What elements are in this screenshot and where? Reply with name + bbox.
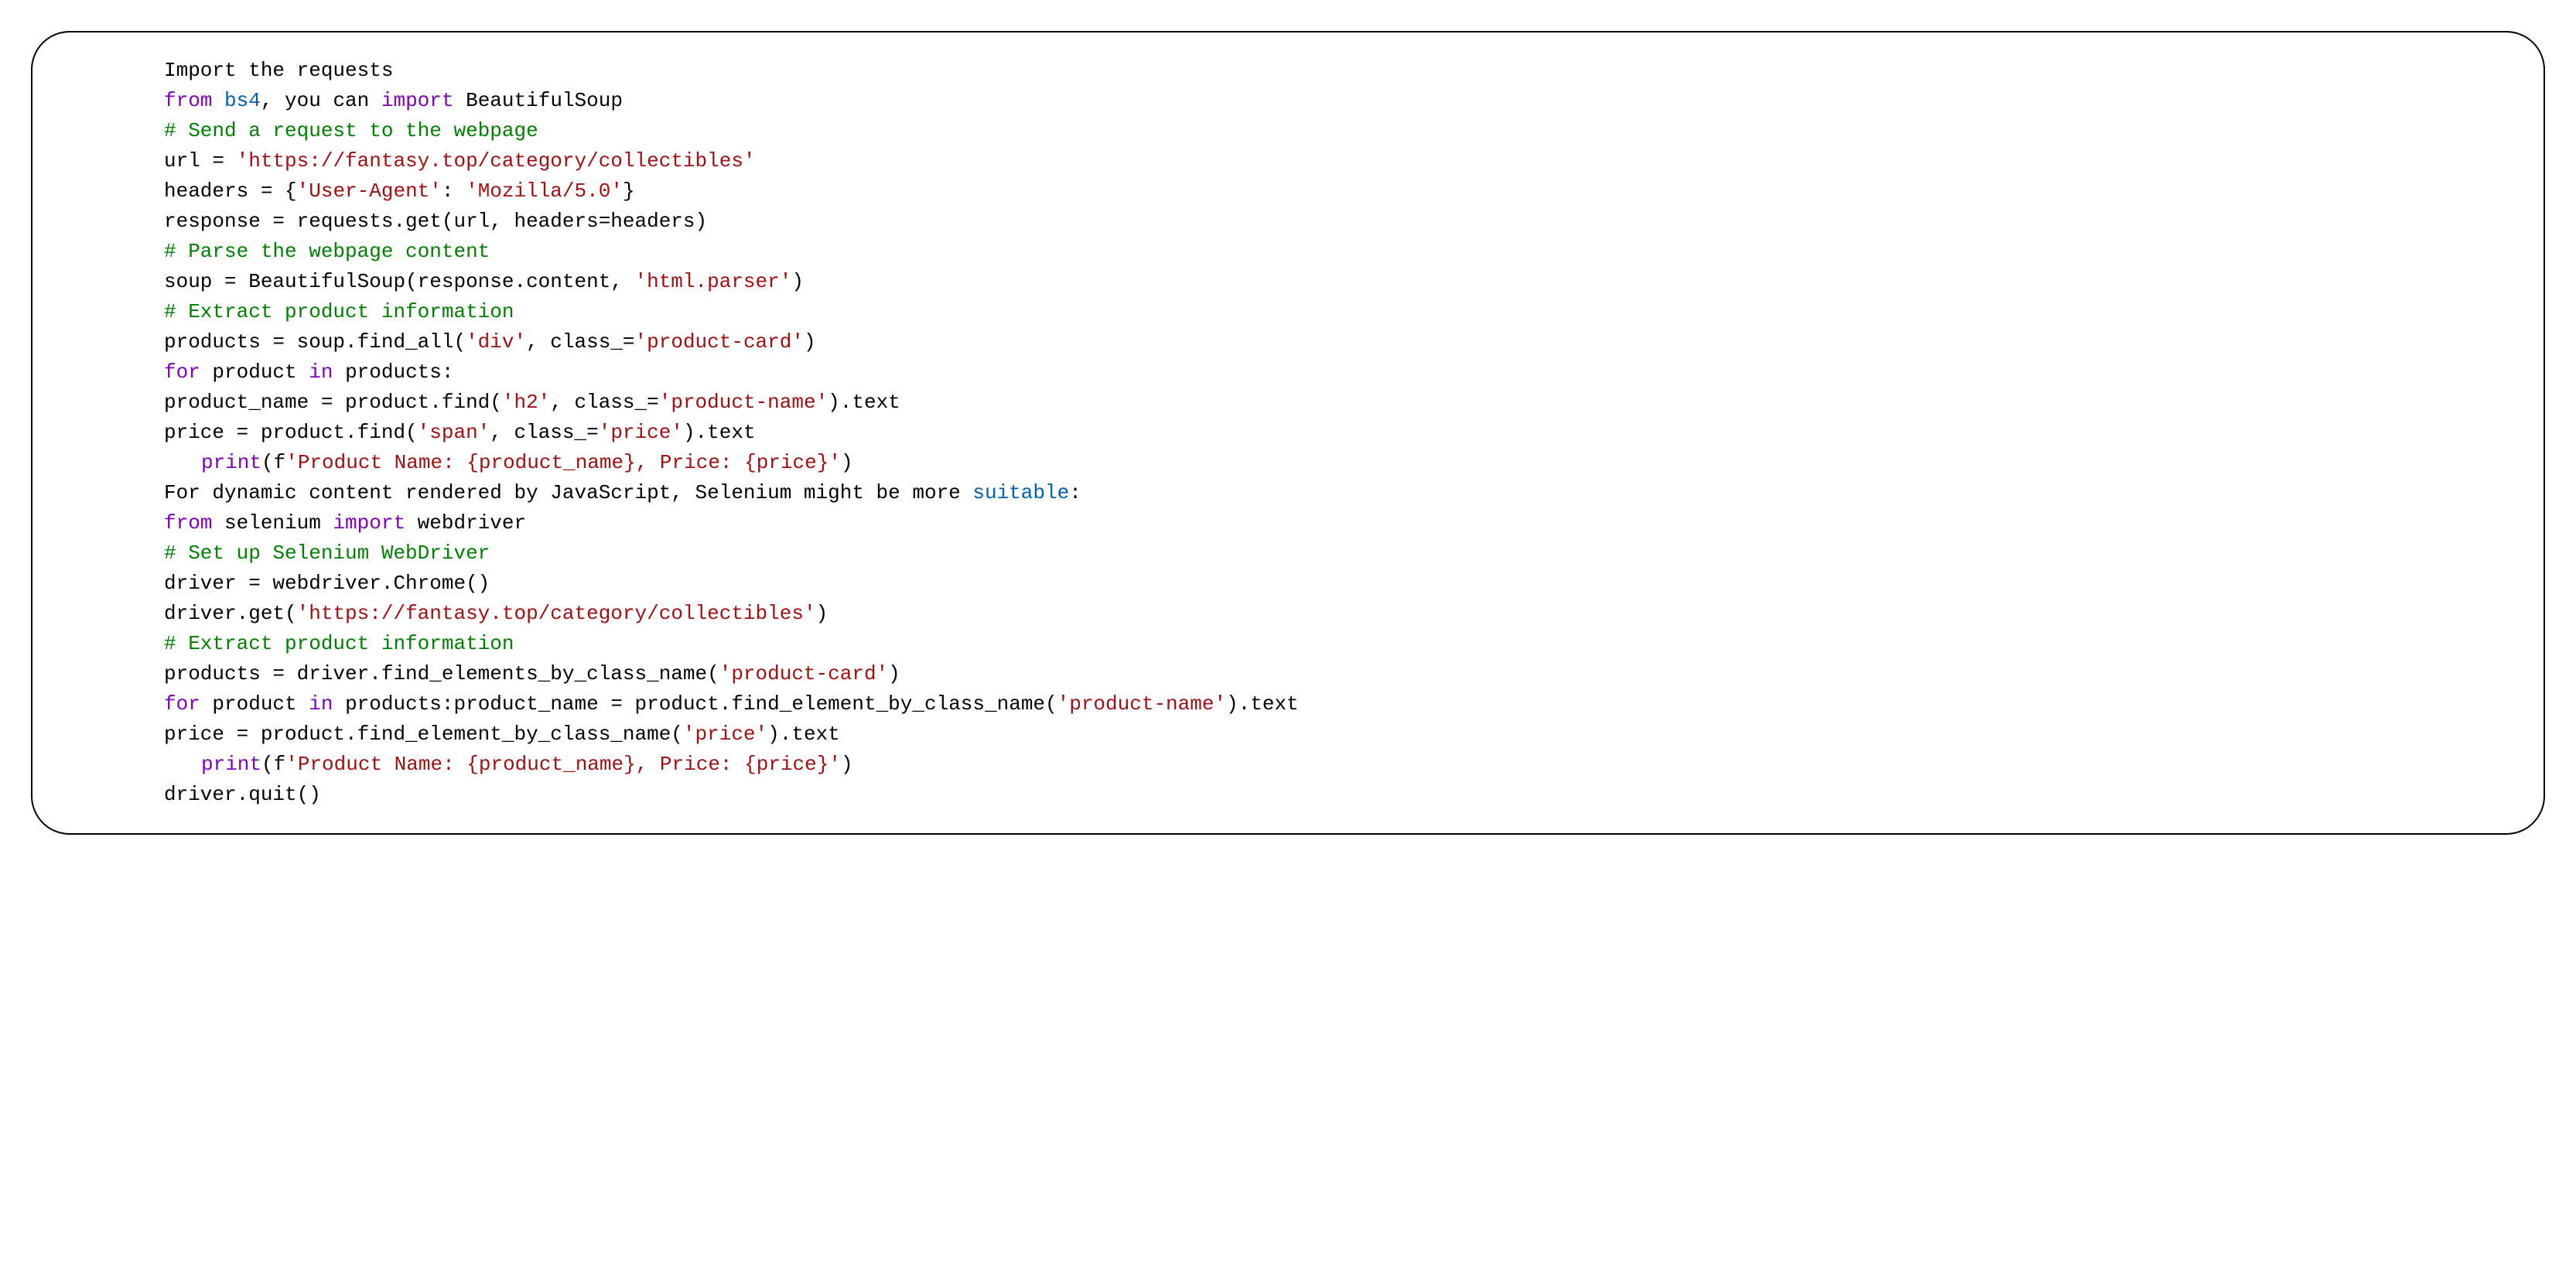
code-line: product_name = product.find('h2', class_… <box>164 388 2505 418</box>
code-line: driver = webdriver.Chrome() <box>164 569 2505 599</box>
string-literal: 'https://fantasy.top/category/collectibl… <box>297 602 816 625</box>
code-text: response = requests.get(url, headers=hea… <box>164 210 707 233</box>
code-text: ).text <box>683 421 756 444</box>
string-literal: 'product-name' <box>1057 692 1226 716</box>
code-line: driver.get('https://fantasy.top/category… <box>164 599 2505 629</box>
string-literal: 'div' <box>466 330 526 354</box>
comment: # Set up Selenium WebDriver <box>164 542 490 565</box>
keyword-in: in <box>309 692 333 716</box>
string-literal: 'h2' <box>502 391 550 414</box>
code-text: product <box>200 361 309 384</box>
code-text: headers = { <box>164 179 297 203</box>
code-line: url = 'https://fantasy.top/category/coll… <box>164 146 2505 176</box>
code-line: # Extract product information <box>164 629 2505 659</box>
function-print: print <box>201 753 261 776</box>
string-literal: 'product-card' <box>635 330 804 354</box>
keyword-in: in <box>309 361 333 384</box>
code-line: For dynamic content rendered by JavaScri… <box>164 478 2505 508</box>
code-line: # Extract product information <box>164 297 2505 327</box>
keyword-for: for <box>164 361 200 384</box>
string-literal: 'html.parser' <box>635 270 792 293</box>
keyword-for: for <box>164 692 200 716</box>
code-text: products: <box>333 361 453 384</box>
code-text: Import the requests <box>164 59 393 82</box>
code-text: url = <box>164 149 237 173</box>
code-text: price = product.find_element_by_class_na… <box>164 723 683 746</box>
keyword-import: import <box>333 511 405 535</box>
code-text: ).text <box>767 723 840 746</box>
code-text: , class_= <box>550 391 658 414</box>
code-text: ) <box>841 451 853 474</box>
code-line: products = driver.find_elements_by_class… <box>164 659 2505 689</box>
code-text: } <box>623 179 635 203</box>
code-text: product <box>200 692 309 716</box>
code-text: : <box>1069 481 1081 504</box>
code-line: response = requests.get(url, headers=hea… <box>164 207 2505 237</box>
code-text: (f <box>261 451 285 474</box>
code-line: from bs4, you can import BeautifulSoup <box>164 86 2505 116</box>
code-line: for product in products: <box>164 357 2505 388</box>
code-line: products = soup.find_all('div', class_='… <box>164 327 2505 357</box>
code-line: for product in products:product_name = p… <box>164 689 2505 719</box>
code-text: ).text <box>1226 692 1299 716</box>
keyword-import: import <box>381 89 454 112</box>
string-literal: 'Product Name: {product_name}, Price: {p… <box>285 451 841 474</box>
code-text: ) <box>841 753 853 776</box>
function-print: print <box>201 451 261 474</box>
string-literal: 'product-name' <box>659 391 828 414</box>
code-text: suitable <box>972 481 1069 504</box>
code-text: For dynamic content rendered by JavaScri… <box>164 481 972 504</box>
code-block: Import the requests from bs4, you can im… <box>31 31 2545 835</box>
code-line: print(f'Product Name: {product_name}, Pr… <box>164 448 2505 478</box>
code-text: webdriver <box>405 511 526 535</box>
code-text: ) <box>816 602 828 625</box>
code-text: , you can <box>261 89 381 112</box>
string-literal: 'price' <box>683 723 767 746</box>
comment: # Parse the webpage content <box>164 240 490 263</box>
string-literal: 'span' <box>418 421 490 444</box>
code-line: # Send a request to the webpage <box>164 116 2505 146</box>
code-text: price = product.find( <box>164 421 418 444</box>
code-text: driver = webdriver.Chrome() <box>164 572 490 595</box>
string-literal: 'https://fantasy.top/category/collectibl… <box>237 149 756 173</box>
string-literal: 'Product Name: {product_name}, Price: {p… <box>285 753 841 776</box>
code-text: ).text <box>828 391 900 414</box>
code-text: products:product_name = product.find_ele… <box>333 692 1057 716</box>
comment: # Send a request to the webpage <box>164 119 538 142</box>
code-text: (f <box>261 753 285 776</box>
code-text: driver.get( <box>164 602 297 625</box>
code-text: : <box>442 179 466 203</box>
code-text: BeautifulSoup <box>454 89 623 112</box>
code-text: selenium <box>212 511 333 535</box>
code-line: price = product.find_element_by_class_na… <box>164 719 2505 750</box>
code-text: products = soup.find_all( <box>164 330 466 354</box>
code-text: products = driver.find_elements_by_class… <box>164 662 719 685</box>
code-line: Import the requests <box>164 56 2505 86</box>
code-text: product_name = product.find( <box>164 391 502 414</box>
keyword-from: from <box>164 511 212 535</box>
string-literal: 'User-Agent' <box>297 179 442 203</box>
code-text: ) <box>791 270 804 293</box>
code-line: # Set up Selenium WebDriver <box>164 538 2505 569</box>
code-line: print(f'Product Name: {product_name}, Pr… <box>164 750 2505 780</box>
code-text: , class_= <box>490 421 598 444</box>
string-literal: 'Mozilla/5.0' <box>466 179 623 203</box>
comment: # Extract product information <box>164 632 514 655</box>
code-line: soup = BeautifulSoup(response.content, '… <box>164 267 2505 297</box>
string-literal: 'price' <box>599 421 683 444</box>
code-line: from selenium import webdriver <box>164 508 2505 538</box>
code-text: ) <box>888 662 900 685</box>
code-text: , class_= <box>526 330 634 354</box>
code-text: ) <box>804 330 816 354</box>
string-literal: 'product-card' <box>719 662 888 685</box>
comment: # Extract product information <box>164 300 514 323</box>
code-text: soup = BeautifulSoup(response.content, <box>164 270 635 293</box>
code-line: price = product.find('span', class_='pri… <box>164 418 2505 448</box>
keyword-from: from <box>164 89 212 112</box>
code-line: headers = {'User-Agent': 'Mozilla/5.0'} <box>164 176 2505 207</box>
code-line: driver.quit() <box>164 780 2505 810</box>
code-line: # Parse the webpage content <box>164 237 2505 267</box>
code-text: driver.quit() <box>164 783 321 806</box>
module-bs4: bs4 <box>212 89 260 112</box>
